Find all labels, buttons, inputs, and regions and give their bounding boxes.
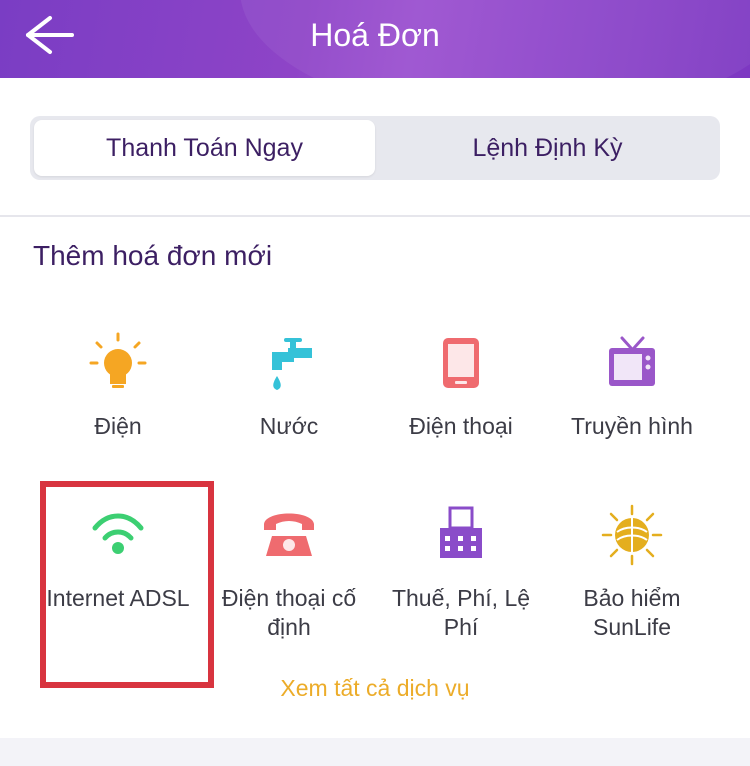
see-all-services-link[interactable]: Xem tất cả dịch vụ — [0, 675, 750, 702]
service-sunlife-insurance[interactable]: Bảo hiểm SunLife — [547, 500, 717, 650]
lightbulb-icon — [89, 332, 147, 388]
service-label: Truyền hình — [571, 413, 693, 439]
selection-highlight — [40, 481, 214, 688]
service-label: Điện thoại cố định — [221, 585, 357, 640]
landline-phone-icon — [264, 513, 314, 556]
service-electricity[interactable]: Điện — [33, 330, 203, 450]
segmented-control: Thanh Toán Ngay Lệnh Định Kỳ — [30, 116, 720, 180]
service-label: Điện thoại — [409, 413, 513, 439]
section-divider — [0, 215, 750, 217]
building-icon — [440, 506, 482, 558]
section-title: Thêm hoá đơn mới — [33, 240, 273, 271]
app-header: Hoá Đơn — [0, 0, 750, 78]
tab-recurring-order[interactable]: Lệnh Định Kỳ — [375, 120, 720, 176]
service-label: Nước — [259, 413, 319, 439]
service-water[interactable]: Nước — [204, 330, 374, 450]
mobile-phone-icon — [443, 338, 479, 388]
bottom-spacer — [0, 738, 750, 766]
service-label: Thuế, Phí, Lệ Phí — [391, 585, 531, 640]
service-tax-fees[interactable]: Thuế, Phí, Lệ Phí — [376, 500, 546, 650]
service-label: Bảo hiểm SunLife — [583, 585, 681, 640]
page-title: Hoá Đơn — [310, 17, 440, 53]
tv-icon — [609, 336, 655, 386]
sunlife-logo-icon — [601, 504, 663, 566]
service-label: Điện — [94, 413, 142, 439]
service-landline[interactable]: Điện thoại cố định — [204, 500, 374, 650]
water-tap-icon — [272, 338, 312, 390]
tab-pay-now[interactable]: Thanh Toán Ngay — [34, 120, 375, 176]
service-mobile-phone[interactable]: Điện thoại — [376, 330, 546, 450]
service-tv[interactable]: Truyền hình — [547, 330, 717, 450]
